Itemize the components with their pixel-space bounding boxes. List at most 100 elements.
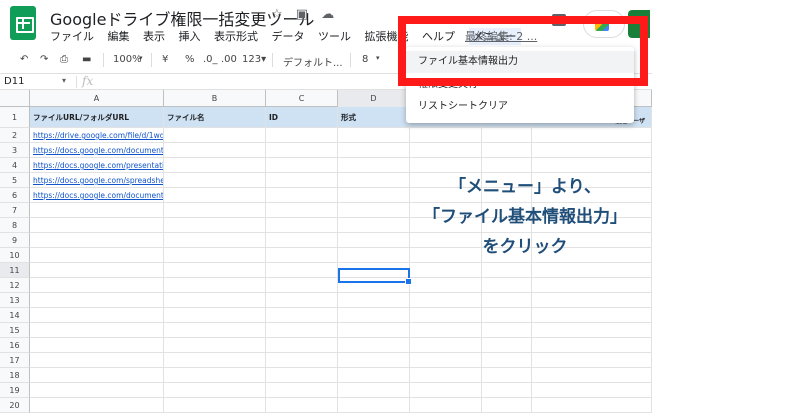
grid-cell[interactable] [532, 338, 652, 352]
grid-cell[interactable] [410, 398, 482, 412]
grid-cell[interactable] [532, 368, 652, 382]
grid-cell[interactable] [532, 383, 652, 397]
font-select[interactable]: デフォルト... [283, 54, 343, 69]
grid-cell[interactable] [410, 308, 482, 322]
grid-cell[interactable] [482, 383, 532, 397]
grid-cell[interactable] [164, 188, 266, 202]
grid-cell[interactable] [266, 173, 338, 187]
row-header[interactable]: 9 [0, 233, 30, 248]
grid-cell[interactable] [164, 383, 266, 397]
grid-cell[interactable] [266, 368, 338, 382]
grid-cell[interactable] [30, 293, 164, 307]
grid-cell[interactable] [30, 218, 164, 232]
grid-cell[interactable] [30, 203, 164, 217]
grid-cell[interactable] [266, 383, 338, 397]
select-all-corner[interactable] [0, 90, 30, 107]
grid-cell[interactable] [164, 218, 266, 232]
grid-cell[interactable] [532, 398, 652, 412]
grid-cell[interactable] [266, 218, 338, 232]
grid-cell[interactable] [30, 278, 164, 292]
undo-icon[interactable]: ↶ [20, 54, 28, 65]
grid-cell[interactable] [532, 143, 652, 157]
grid-cell[interactable] [164, 323, 266, 337]
more-formats-button[interactable]: 123▾ [242, 54, 266, 65]
grid-cell[interactable] [30, 383, 164, 397]
grid-cell[interactable] [164, 398, 266, 412]
url-link-cell[interactable]: https://docs.google.com/document/d/1I [30, 188, 164, 202]
grid-cell[interactable] [410, 383, 482, 397]
grid-cell[interactable] [410, 353, 482, 367]
menu-data[interactable]: データ [272, 30, 305, 43]
grid-cell[interactable] [266, 203, 338, 217]
grid-cell[interactable] [532, 158, 652, 172]
name-box[interactable]: D11 [4, 76, 24, 87]
row-header[interactable]: 12 [0, 278, 30, 293]
grid-cell[interactable] [266, 338, 338, 352]
row-header[interactable]: 16 [0, 338, 30, 353]
grid-cell[interactable] [410, 143, 482, 157]
grid-cell[interactable] [338, 323, 410, 337]
row-header[interactable]: 7 [0, 203, 30, 218]
grid-cell[interactable] [164, 278, 266, 292]
chevron-down-icon[interactable]: ▾ [62, 76, 66, 85]
increase-decimal-button[interactable]: .00 [221, 54, 237, 65]
grid-cell[interactable] [482, 128, 532, 142]
row-header[interactable]: 17 [0, 353, 30, 368]
grid-cell[interactable] [338, 158, 410, 172]
row-header[interactable]: 19 [0, 383, 30, 398]
grid-cell[interactable] [266, 248, 338, 262]
row-header[interactable]: 10 [0, 248, 30, 263]
grid-cell[interactable]: 形式 [338, 107, 410, 127]
row-header[interactable]: 11 [0, 263, 30, 278]
grid-cell[interactable] [164, 143, 266, 157]
grid-cell[interactable] [532, 353, 652, 367]
row-header[interactable]: 15 [0, 323, 30, 338]
grid-cell[interactable]: ファイル名 [164, 107, 266, 127]
grid-cell[interactable] [266, 398, 338, 412]
grid-cell[interactable]: ファイルURL/フォルダURL [30, 107, 164, 127]
grid-cell[interactable] [164, 158, 266, 172]
grid-cell[interactable] [30, 398, 164, 412]
grid-cell[interactable] [30, 338, 164, 352]
grid-cell[interactable] [338, 368, 410, 382]
grid-cell[interactable] [532, 278, 652, 292]
menu-item-clear-list[interactable]: リストシートクリア [406, 96, 634, 118]
grid-cell[interactable] [482, 293, 532, 307]
percent-button[interactable]: % [185, 54, 195, 65]
grid-cell[interactable] [482, 278, 532, 292]
url-link-cell[interactable]: https://docs.google.com/document/d/1L [30, 143, 164, 157]
grid-cell[interactable] [532, 128, 652, 142]
grid-cell[interactable] [164, 293, 266, 307]
grid-cell[interactable] [164, 173, 266, 187]
font-size-select[interactable]: 8 [362, 54, 368, 65]
grid-cell[interactable] [266, 158, 338, 172]
row-header[interactable]: 14 [0, 308, 30, 323]
grid-cell[interactable] [266, 263, 338, 277]
grid-cell[interactable] [266, 188, 338, 202]
grid-cell[interactable] [532, 293, 652, 307]
print-icon[interactable]: ⎙ [60, 54, 68, 65]
move-folder-icon[interactable]: ▣ [296, 7, 308, 22]
grid-cell[interactable] [338, 383, 410, 397]
row-header[interactable]: 20 [0, 398, 30, 413]
grid-cell[interactable] [266, 278, 338, 292]
grid-cell[interactable] [338, 338, 410, 352]
grid-cell[interactable] [164, 308, 266, 322]
grid-cell[interactable] [164, 338, 266, 352]
grid-cell[interactable] [164, 248, 266, 262]
column-header-b[interactable]: B [164, 90, 266, 107]
grid-cell[interactable] [410, 368, 482, 382]
currency-button[interactable]: ¥ [162, 54, 168, 65]
grid-cell[interactable] [266, 353, 338, 367]
grid-cell[interactable] [410, 263, 482, 277]
grid-cell[interactable] [164, 128, 266, 142]
grid-cell[interactable] [164, 263, 266, 277]
grid-cell[interactable]: ID [266, 107, 338, 127]
row-header[interactable]: 3 [0, 143, 30, 158]
grid-cell[interactable] [30, 323, 164, 337]
grid-cell[interactable] [164, 233, 266, 247]
grid-cell[interactable] [164, 353, 266, 367]
grid-cell[interactable] [482, 158, 532, 172]
grid-cell[interactable] [410, 323, 482, 337]
grid-cell[interactable] [482, 353, 532, 367]
